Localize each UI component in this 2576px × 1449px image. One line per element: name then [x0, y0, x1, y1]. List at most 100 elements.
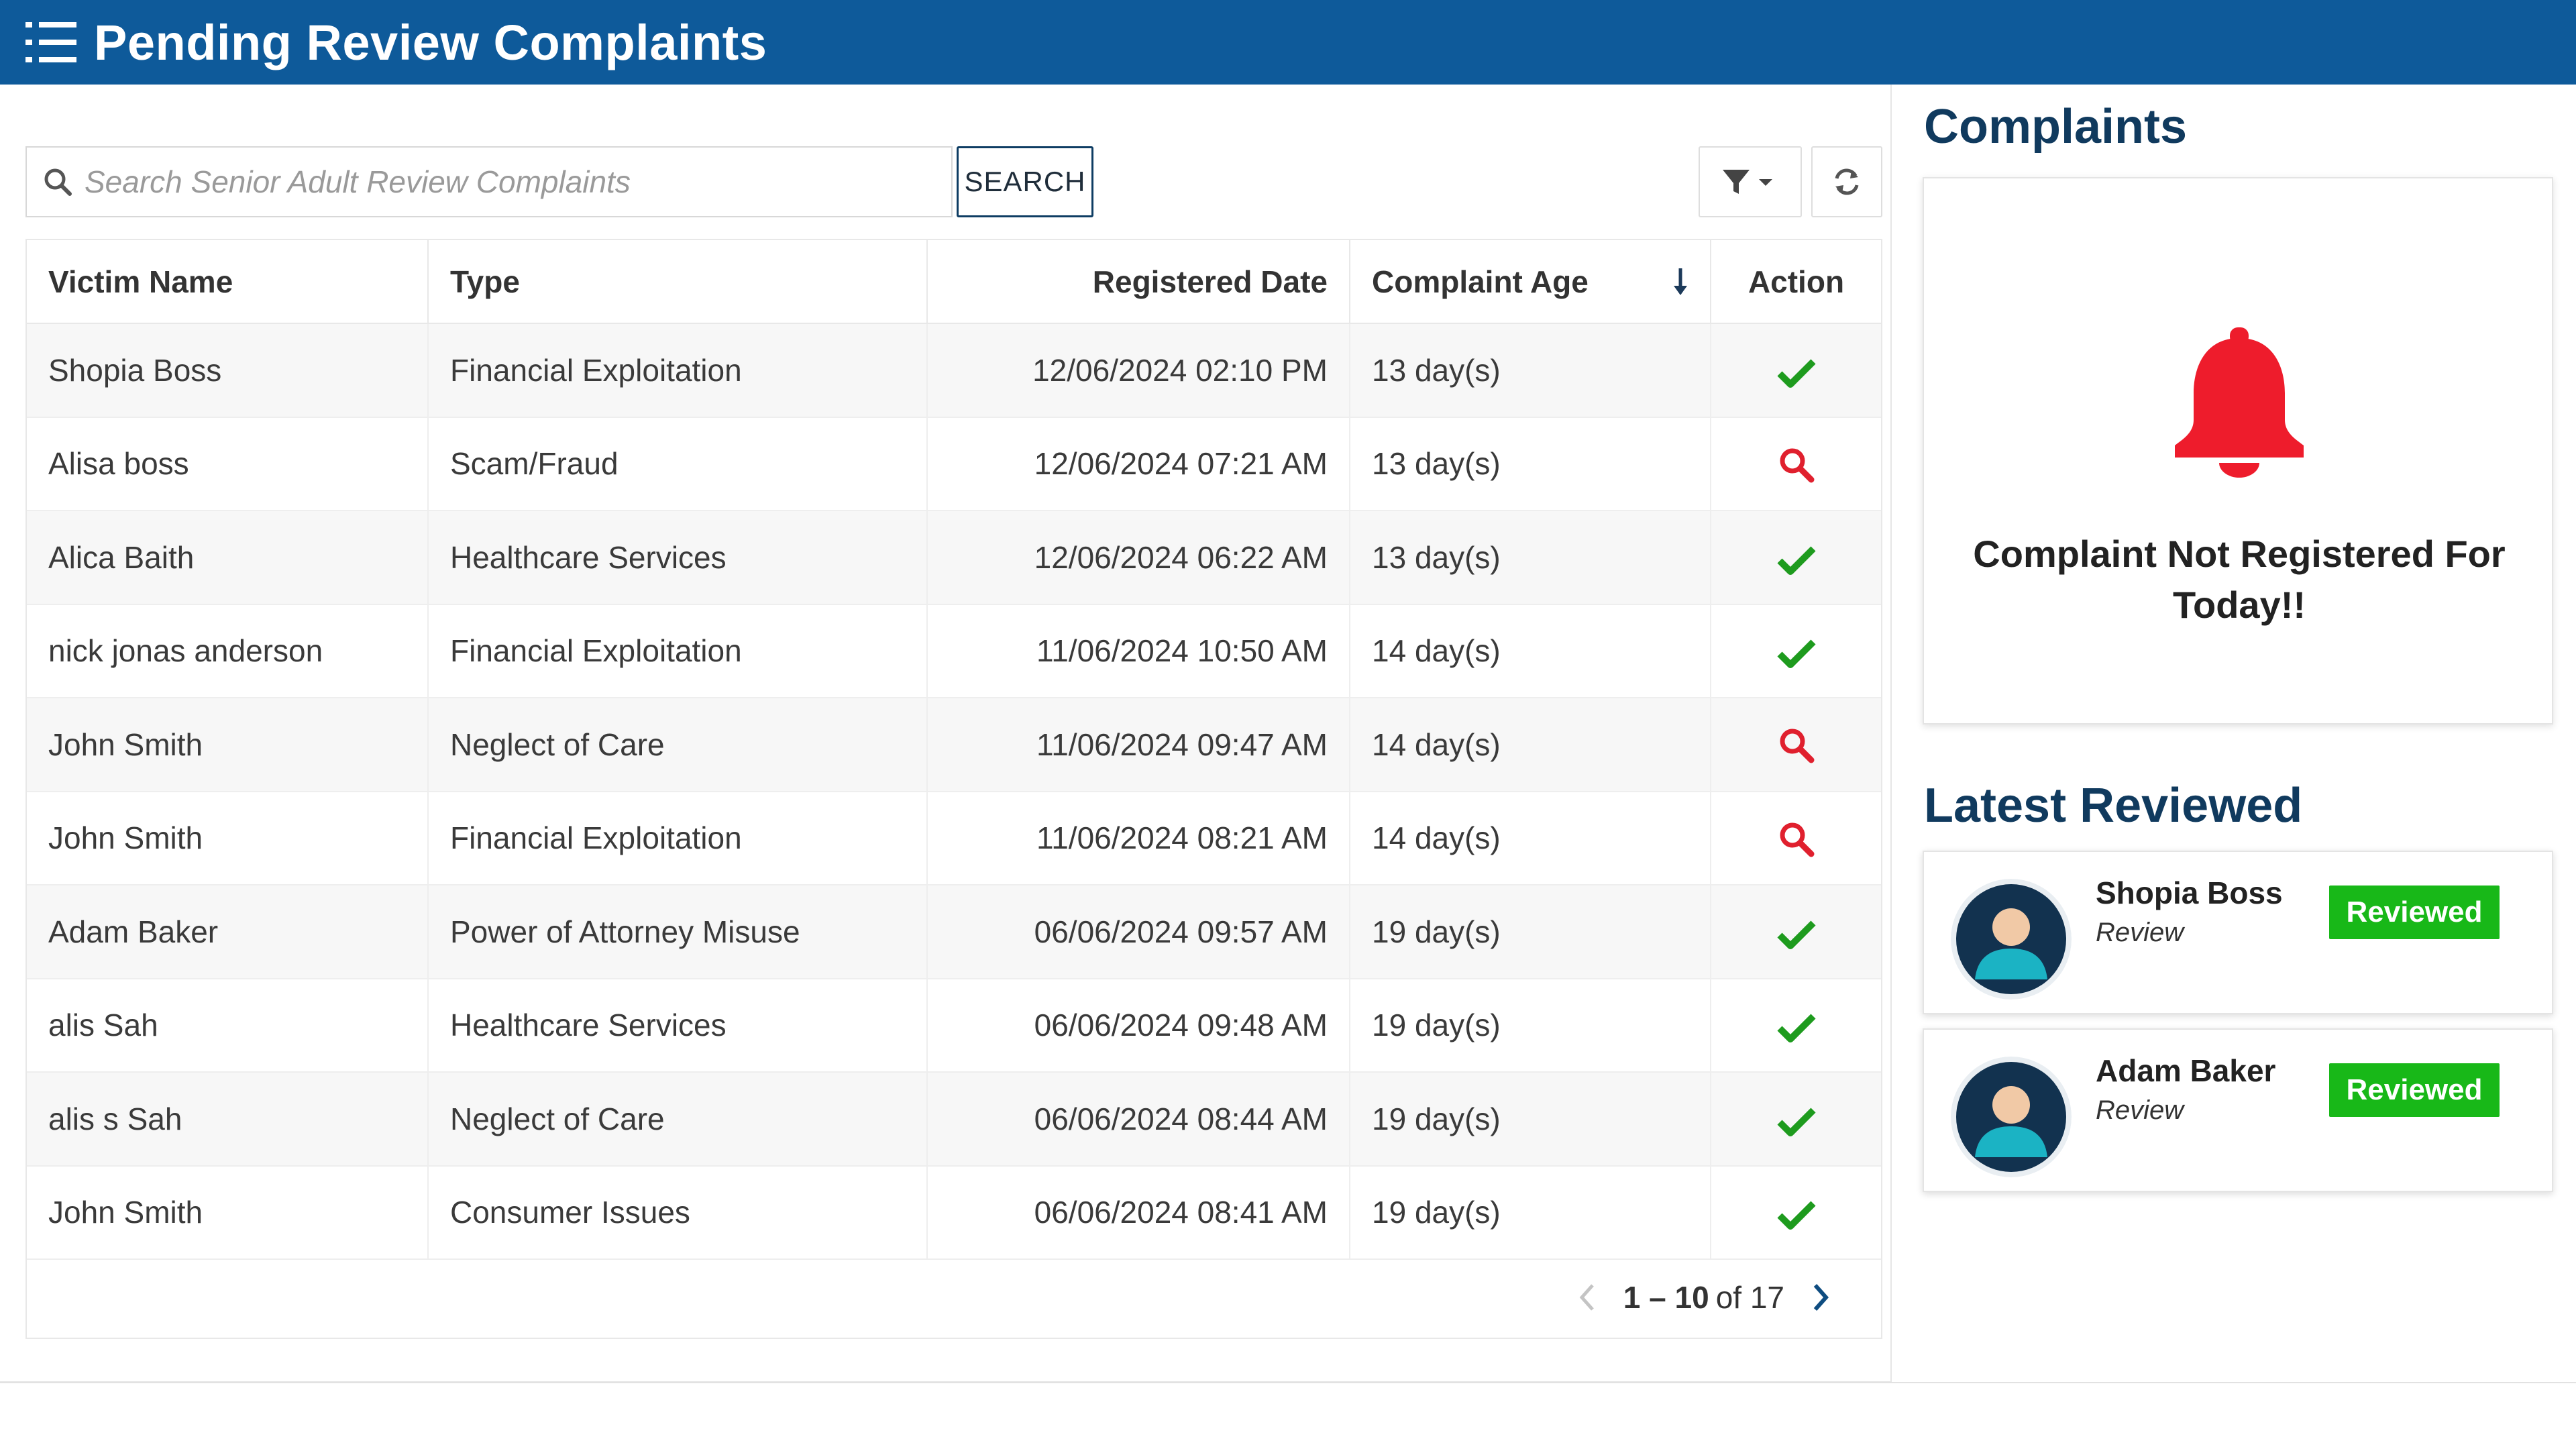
table-row[interactable]: Shopia Boss Financial Exploitation 12/06/2… — [27, 323, 1881, 418]
filter-dropdown-button[interactable] — [1699, 146, 1802, 217]
cell-registered-date: 11/06/2024 08:21 AM — [927, 791, 1350, 885]
bell-icon — [2175, 327, 2304, 478]
cell-type: Healthcare Services — [428, 511, 928, 605]
cell-complaint-age: 19 day(s) — [1350, 1165, 1711, 1260]
cell-registered-date: 06/06/2024 09:48 AM — [927, 978, 1350, 1073]
page-total: of 17 — [1715, 1280, 1784, 1315]
approve-check-icon[interactable] — [1776, 1102, 1816, 1136]
cell-complaint-age: 19 day(s) — [1350, 978, 1711, 1073]
cell-registered-date: 06/06/2024 08:41 AM — [927, 1165, 1350, 1260]
cell-victim-name: John Smith — [27, 698, 429, 792]
table-row[interactable]: John Smith Consumer Issues 06/06/2024 08:4… — [27, 1165, 1881, 1260]
search-input[interactable] — [85, 164, 923, 200]
search-icon — [44, 168, 72, 196]
cell-action — [1711, 417, 1881, 511]
complaints-list-panel: SEARCH Victim Name Type Registered Date — [0, 85, 1892, 1383]
status-badge: Reviewed — [2329, 885, 2500, 939]
cell-action — [1711, 323, 1881, 418]
cell-registered-date: 11/06/2024 10:50 AM — [927, 604, 1350, 698]
approve-check-icon[interactable] — [1776, 1195, 1816, 1230]
cell-action — [1711, 885, 1881, 979]
cell-type: Scam/Fraud — [428, 417, 928, 511]
approve-check-icon[interactable] — [1776, 1008, 1816, 1043]
review-search-icon[interactable] — [1778, 725, 1815, 763]
column-header-registered-date[interactable]: Registered Date — [927, 240, 1350, 324]
approve-check-icon[interactable] — [1776, 914, 1816, 949]
cell-complaint-age: 14 day(s) — [1350, 791, 1711, 885]
cell-type: Financial Exploitation — [428, 323, 928, 418]
reviewed-name: Adam Baker — [2096, 1053, 2276, 1088]
refresh-button[interactable] — [1811, 146, 1882, 217]
cell-victim-name: John Smith — [27, 791, 429, 885]
sort-descending-arrow-icon[interactable] — [1672, 267, 1688, 297]
page-range: 1 – 10 — [1623, 1280, 1709, 1315]
table-row[interactable]: alis Sah Healthcare Services 06/06/2024 09… — [27, 978, 1881, 1073]
next-page-icon[interactable] — [1801, 1277, 1841, 1318]
reviewed-subtitle: Review — [2096, 918, 2184, 947]
cell-victim-name: alis s Sah — [27, 1072, 429, 1167]
cell-registered-date: 06/06/2024 08:44 AM — [927, 1072, 1350, 1167]
cell-action — [1711, 604, 1881, 698]
cell-type: Financial Exploitation — [428, 791, 928, 885]
table-header-row: Victim Name Type Registered Date Complai… — [27, 240, 1881, 324]
cell-complaint-age: 13 day(s) — [1350, 323, 1711, 418]
avatar — [1951, 879, 2072, 1000]
pagination: 1 – 10 of 17 — [27, 1257, 1881, 1338]
cell-complaint-age: 13 day(s) — [1350, 417, 1711, 511]
top-header-bar: Pending Review Complaints — [0, 0, 2576, 85]
table-row[interactable]: Adam Baker Power of Attorney Misuse 06/06/… — [27, 885, 1881, 979]
cell-type: Neglect of Care — [428, 1072, 928, 1167]
approve-check-icon[interactable] — [1776, 540, 1816, 575]
reviewed-name: Shopia Boss — [2096, 875, 2283, 910]
reviewed-item-card[interactable]: Adam Baker Review Reviewed — [1923, 1028, 2553, 1192]
cell-complaint-age: 14 day(s) — [1350, 698, 1711, 792]
bottom-divider — [0, 1382, 2576, 1383]
column-header-action: Action — [1711, 240, 1881, 324]
cell-type: Healthcare Services — [428, 978, 928, 1073]
cell-action — [1711, 1165, 1881, 1260]
table-row[interactable]: John Smith Neglect of Care 11/06/2024 09:4… — [27, 698, 1881, 792]
cell-victim-name: Alisa boss — [27, 417, 429, 511]
refresh-icon — [1835, 168, 1859, 195]
column-header-label: Complaint Age — [1372, 264, 1589, 299]
column-header-complaint-age[interactable]: Complaint Age — [1350, 240, 1711, 324]
review-search-icon[interactable] — [1778, 819, 1815, 857]
cell-registered-date: 12/06/2024 02:10 PM — [927, 323, 1350, 418]
cell-registered-date: 11/06/2024 09:47 AM — [927, 698, 1350, 792]
reviewed-subtitle: Review — [2096, 1095, 2184, 1125]
complaints-alert-card: Complaint Not Registered For Today!! — [1923, 177, 2553, 724]
cell-registered-date: 12/06/2024 06:22 AM — [927, 511, 1350, 605]
prev-page-icon[interactable] — [1567, 1277, 1607, 1318]
table-row[interactable]: Alisa boss Scam/Fraud 12/06/2024 07:21 AM 1… — [27, 417, 1881, 511]
complaints-heading: Complaints — [1924, 100, 2188, 154]
latest-reviewed-heading: Latest Reviewed — [1924, 779, 2303, 833]
cell-type: Neglect of Care — [428, 698, 928, 792]
review-search-icon[interactable] — [1778, 445, 1815, 483]
table-row[interactable]: John Smith Financial Exploitation 11/06/20… — [27, 791, 1881, 885]
column-header-victim-name[interactable]: Victim Name — [27, 240, 429, 324]
approve-check-icon[interactable] — [1776, 353, 1816, 388]
page-title: Pending Review Complaints — [94, 14, 767, 70]
cell-complaint-age: 19 day(s) — [1350, 885, 1711, 979]
cell-registered-date: 06/06/2024 09:57 AM — [927, 885, 1350, 979]
complaints-table: Victim Name Type Registered Date Complai… — [25, 239, 1882, 1339]
column-header-type[interactable]: Type — [428, 240, 928, 324]
cell-action — [1711, 791, 1881, 885]
cell-victim-name: Shopia Boss — [27, 323, 429, 418]
filter-icon — [1723, 170, 1772, 194]
cell-complaint-age: 13 day(s) — [1350, 511, 1711, 605]
cell-victim-name: nick jonas anderson — [27, 604, 429, 698]
cell-type: Consumer Issues — [428, 1165, 928, 1260]
list-menu-icon[interactable] — [23, 14, 79, 70]
search-button[interactable]: SEARCH — [957, 146, 1093, 217]
table-row[interactable]: alis s Sah Neglect of Care 06/06/2024 08:4… — [27, 1072, 1881, 1167]
table-row[interactable]: Alica Baith Healthcare Services 12/06/2024… — [27, 511, 1881, 605]
reviewed-item-card[interactable]: Shopia Boss Review Reviewed — [1923, 851, 2553, 1014]
cell-action — [1711, 511, 1881, 605]
cell-action — [1711, 978, 1881, 1073]
approve-check-icon[interactable] — [1776, 633, 1816, 669]
cell-complaint-age: 19 day(s) — [1350, 1072, 1711, 1167]
table-row[interactable]: nick jonas anderson Financial Exploitatio… — [27, 604, 1881, 698]
cell-registered-date: 12/06/2024 07:21 AM — [927, 417, 1350, 511]
cell-complaint-age: 14 day(s) — [1350, 604, 1711, 698]
